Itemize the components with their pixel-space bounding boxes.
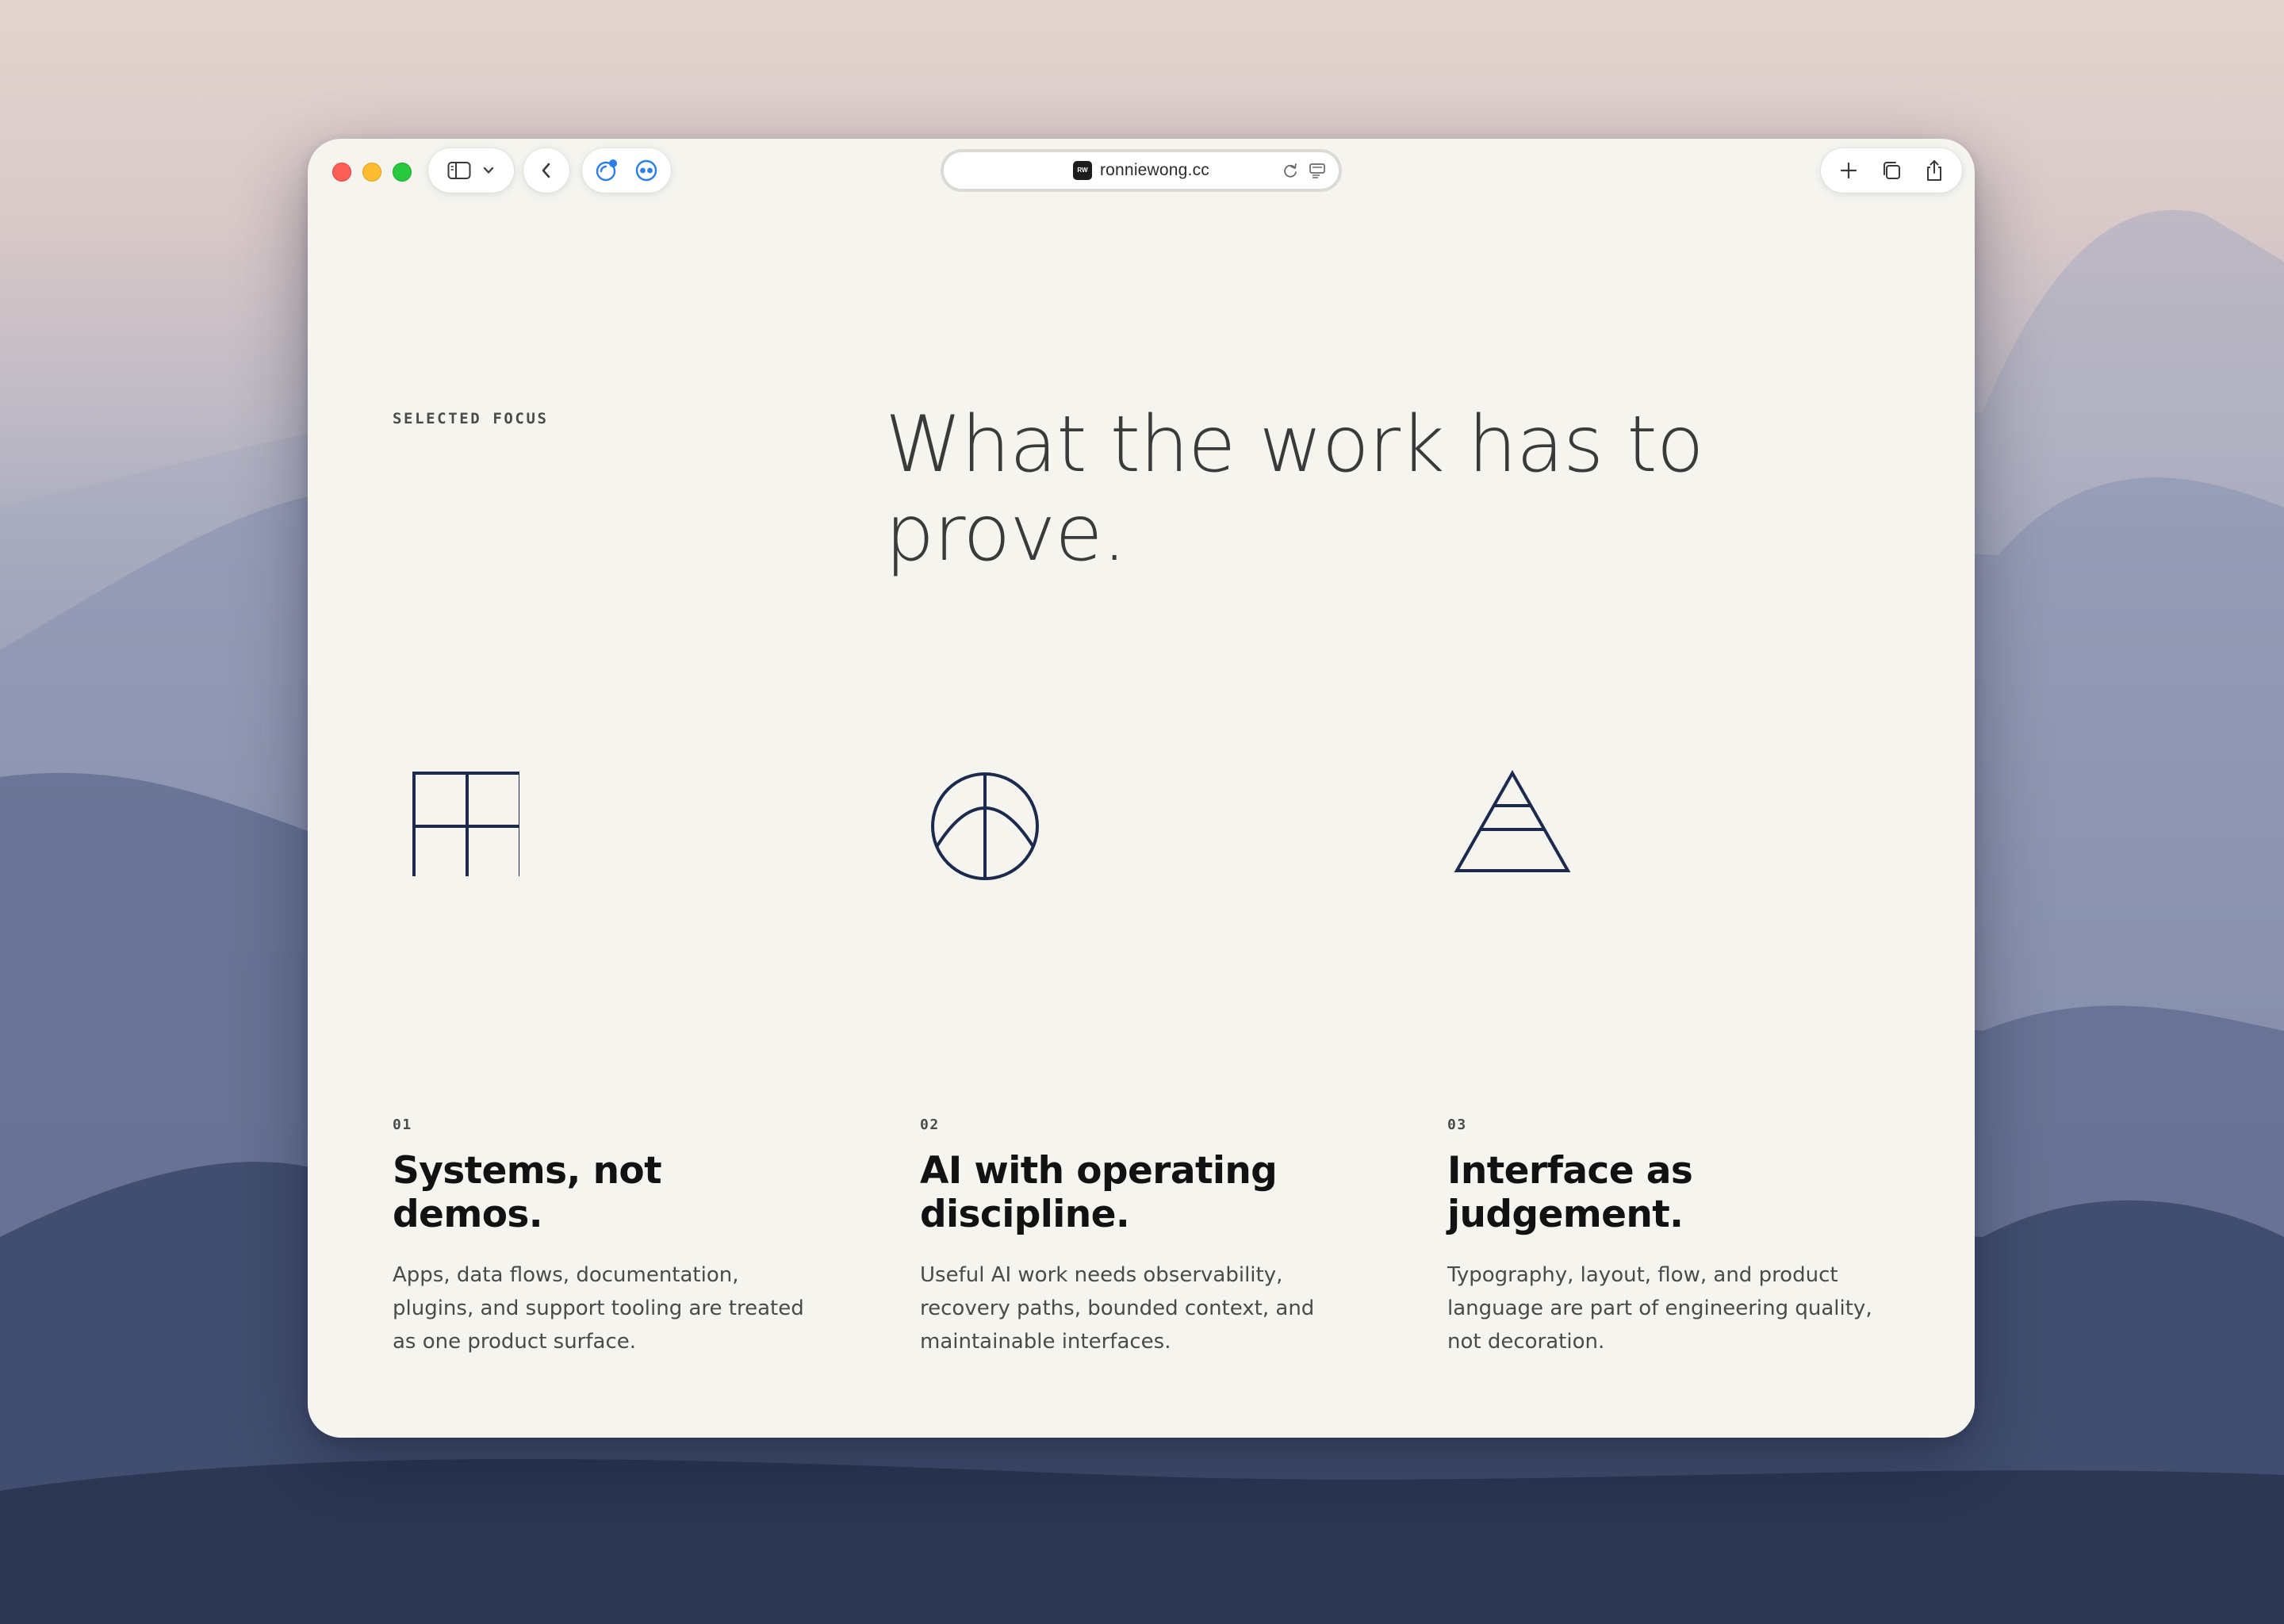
card-number: 03: [1447, 1116, 1467, 1133]
back-icon: [540, 161, 553, 180]
focus-card: 01 Systems, not demos. Apps, data flows,…: [393, 749, 821, 1354]
pyramid-icon: [1447, 749, 1574, 876]
plus-icon[interactable]: [1838, 160, 1859, 181]
focus-card: 03 Interface as judgement. Typography, l…: [1447, 749, 1876, 1354]
url-text[interactable]: ronniewong.cc: [1100, 161, 1209, 180]
section-eyebrow: SELECTED FOCUS: [393, 410, 549, 427]
extension-icon[interactable]: [634, 158, 659, 183]
card-body: Useful AI work needs observability, reco…: [920, 1263, 1315, 1354]
refresh-icon[interactable]: [1282, 162, 1299, 183]
extension-icon[interactable]: [594, 158, 619, 183]
card-body: Apps, data flows, documentation, plugins…: [393, 1263, 804, 1354]
share-icon[interactable]: [1924, 159, 1945, 182]
reader-icon[interactable]: [1309, 162, 1326, 183]
sidebar-toggle-button[interactable]: [428, 148, 514, 193]
section-headline: What the work has to prove.: [885, 400, 1704, 579]
tabs-icon[interactable]: [1880, 159, 1903, 182]
toolbar-actions: [1821, 148, 1962, 193]
site-favicon: RW: [1072, 161, 1092, 180]
chevron-down-icon[interactable]: [482, 166, 495, 175]
address-bar[interactable]: RW ronniewong.cc: [941, 149, 1342, 192]
minimize-window-button[interactable]: [362, 163, 381, 182]
back-button[interactable]: [523, 148, 569, 193]
circle-arc-icon: [920, 749, 1047, 880]
grid-icon: [393, 749, 522, 881]
window-controls: [332, 163, 412, 182]
card-number: 02: [920, 1116, 940, 1133]
card-number: 01: [393, 1116, 412, 1133]
zoom-window-button[interactable]: [393, 163, 412, 182]
focus-card: 02 AI with operating discipline. Useful …: [920, 749, 1348, 1354]
extensions-group: [582, 148, 671, 193]
address-bar-actions: [1282, 162, 1326, 183]
card-title: Systems, not demos.: [393, 1149, 662, 1236]
close-window-button[interactable]: [332, 163, 351, 182]
browser-window: RW ronniewong.cc SELECTED FOCUS What the…: [308, 139, 1975, 1438]
card-title: AI with operating discipline.: [920, 1149, 1278, 1236]
card-body: Typography, layout, flow, and product la…: [1447, 1263, 1872, 1354]
card-title: Interface as judgement.: [1447, 1149, 1693, 1236]
sidebar-icon: [447, 161, 471, 180]
